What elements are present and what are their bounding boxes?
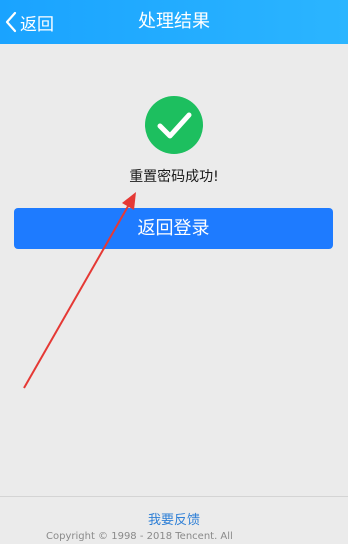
footer-divider xyxy=(0,496,348,497)
header-bar: 返回 处理结果 xyxy=(0,0,348,44)
page-title: 处理结果 xyxy=(138,11,210,32)
feedback-link[interactable]: 我要反馈 xyxy=(0,509,348,528)
annotation-arrow xyxy=(23,192,136,389)
copyright-text: Copyright © 1998 - 2018 Tencent. All xyxy=(46,531,233,542)
back-to-login-button[interactable]: 返回登录 xyxy=(14,208,333,249)
check-circle-icon xyxy=(145,96,203,154)
result-page: 返回 处理结果 重置密码成功! 返回登录 我要反馈 Copyright © 19… xyxy=(0,0,348,544)
result-message: 重置密码成功! xyxy=(129,169,219,185)
